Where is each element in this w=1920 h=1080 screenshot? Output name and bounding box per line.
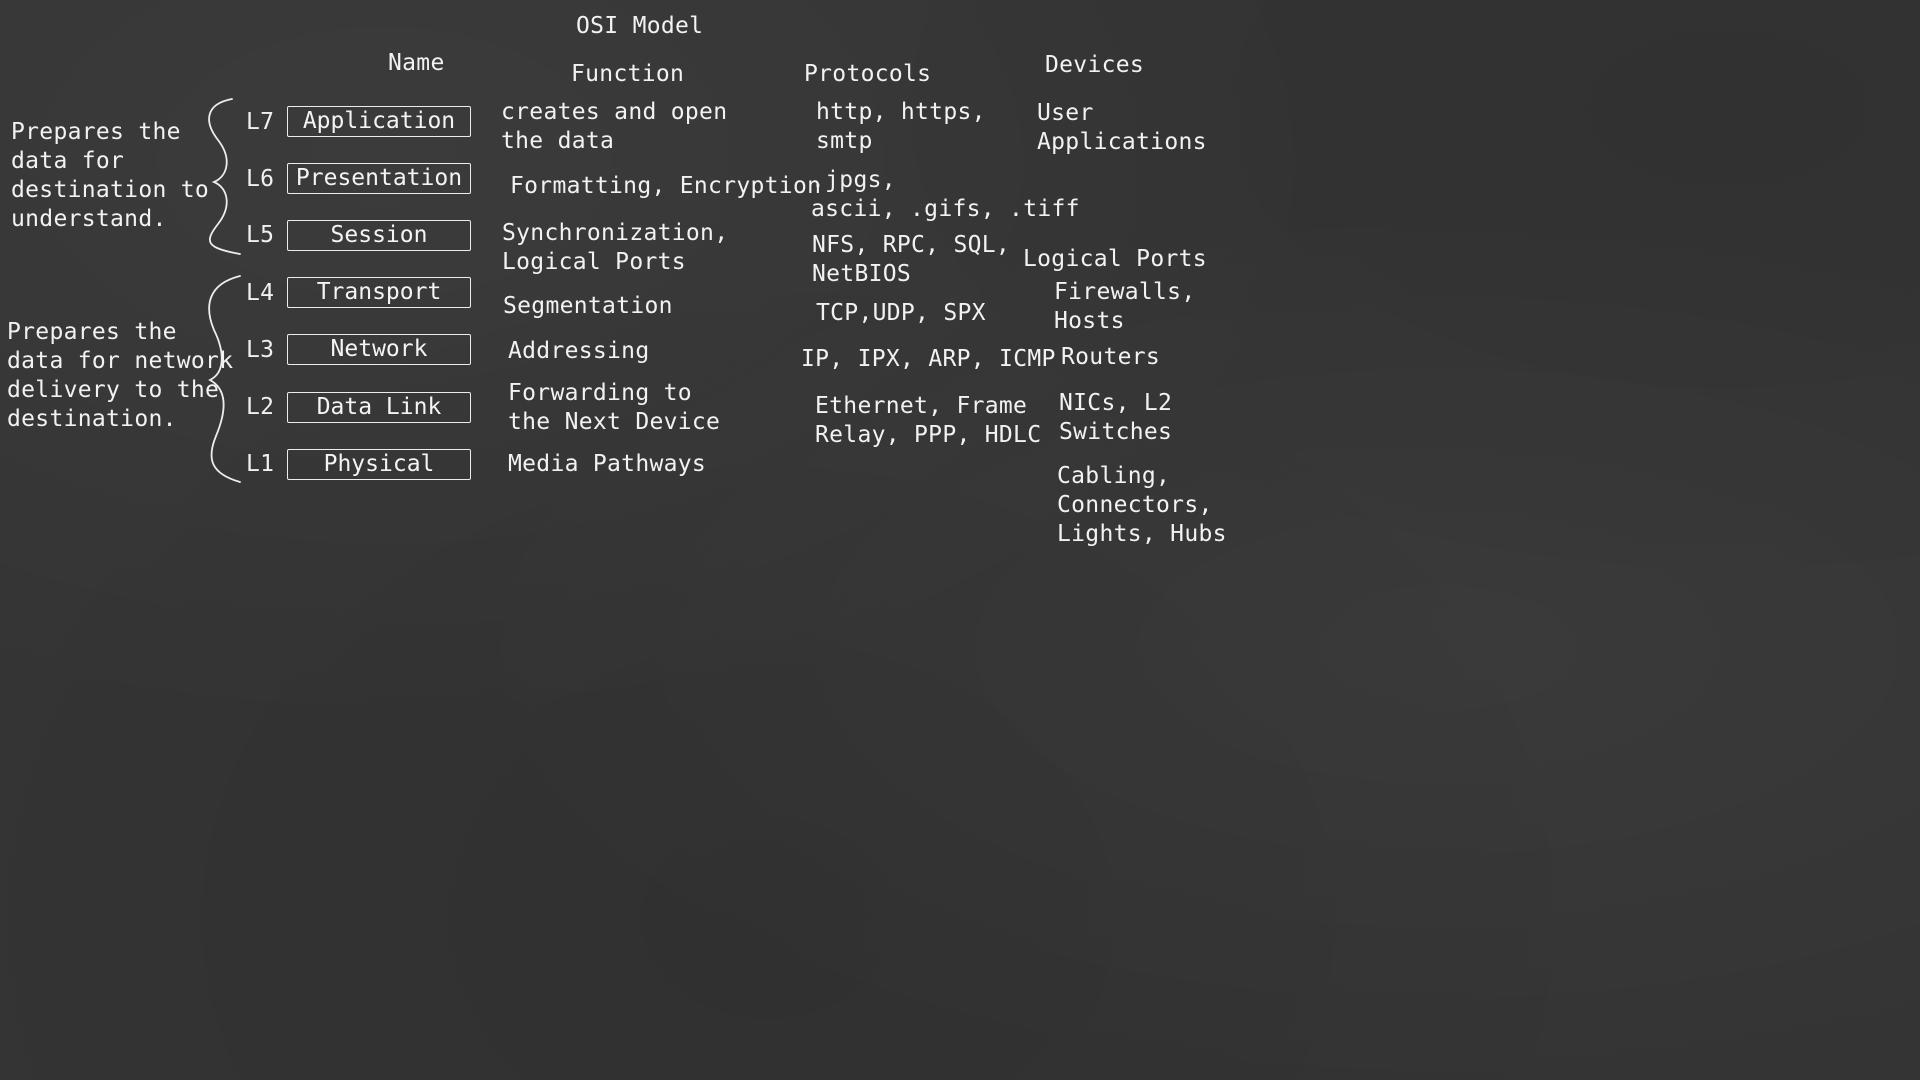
protocols-network: IP, IPX, ARP, ICMP [801,346,1056,372]
layer-box-transport: Transport [287,277,471,308]
group-lower-description: Prepares the data for network delivery t… [7,319,234,432]
layer-box-application: Application [287,106,471,137]
devices-network: Routers [1061,344,1161,370]
devices-physical: Cabling, Connectors, Lights, Hubs [1057,463,1227,547]
function-network: Addressing [508,338,650,364]
layer-num-l7: L7 [246,109,275,135]
layer-box-presentation: Presentation [287,163,471,194]
header-name: Name [388,50,445,76]
group-braces [208,98,241,483]
layer-box-network: Network [287,334,471,365]
layer-num-l4: L4 [246,280,275,306]
protocols-data-link: Ethernet, Frame Relay, PPP, HDLC [815,393,1042,448]
function-presentation: Formatting, Encryption [510,173,822,199]
protocols-presentation: .jpgs, ascii, .gifs, .tiff [811,167,1080,222]
devices-application: User Applications [1037,100,1207,155]
layer-box-session: Session [287,220,471,251]
protocols-transport: TCP,UDP, SPX [816,300,986,326]
layer-num-l2: L2 [246,394,275,420]
header-function: Function [571,61,685,87]
devices-transport: Firewalls, Hosts [1054,279,1196,334]
layer-num-l1: L1 [246,451,275,477]
diagram-title: OSI Model [576,13,704,39]
function-physical: Media Pathways [508,451,707,477]
header-protocols: Protocols [804,61,932,87]
layer-num-l6: L6 [246,166,275,192]
protocols-session: NFS, RPC, SQL, NetBIOS [812,232,1011,287]
function-application: creates and open the data [501,99,728,154]
protocols-application: http, https, smtp [816,99,986,154]
header-devices: Devices [1045,52,1145,78]
layer-box-physical: Physical [287,449,471,480]
function-session: Synchronization, Logical Ports [502,220,729,275]
layer-box-data-link: Data Link [287,392,471,423]
upper-group-brace [208,98,241,255]
group-upper-description: Prepares the data for destination to und… [11,119,210,232]
devices-data-link: NICs, L2 Switches [1059,390,1173,445]
devices-session: Logical Ports [1023,246,1207,272]
layer-num-l3: L3 [246,337,275,363]
function-transport: Segmentation [503,293,673,319]
layer-num-l5: L5 [246,222,275,248]
function-data-link: Forwarding to the Next Device [508,380,721,435]
